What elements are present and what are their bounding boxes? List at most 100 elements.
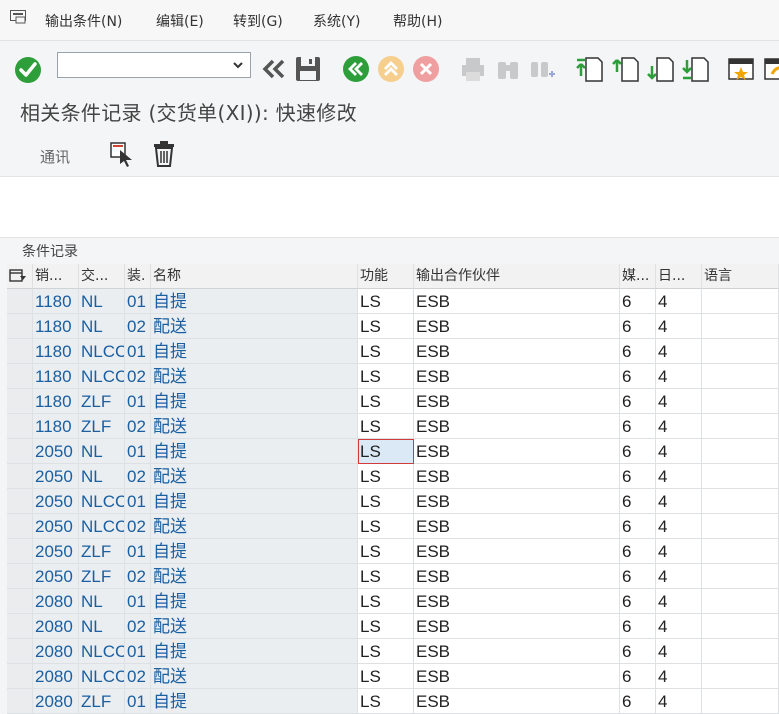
cell-name[interactable]: 配送	[151, 464, 358, 489]
cell-date[interactable]: 4	[656, 464, 702, 489]
back-icon[interactable]	[341, 54, 371, 84]
row-selector[interactable]	[7, 414, 33, 439]
menu-help[interactable]: 帮助(H)	[393, 11, 442, 31]
cell-language[interactable]	[702, 539, 779, 564]
cell-function[interactable]: LS	[358, 539, 414, 564]
column-header[interactable]: 功能	[358, 264, 414, 289]
cell-medium[interactable]: 6	[620, 439, 656, 464]
column-header[interactable]: 媒...	[620, 264, 656, 289]
row-selector[interactable]	[7, 289, 33, 314]
cell-language[interactable]	[702, 639, 779, 664]
cell-date[interactable]: 4	[656, 639, 702, 664]
cell-name[interactable]: 自提	[151, 339, 358, 364]
cell-delivery-type[interactable]: NL	[79, 464, 125, 489]
cell-language[interactable]	[702, 339, 779, 364]
cell-function[interactable]: LS	[358, 389, 414, 414]
cell-output-partner[interactable]: ESB	[414, 439, 620, 464]
cell-date[interactable]: 4	[656, 414, 702, 439]
exit-icon[interactable]	[376, 54, 406, 84]
row-selector[interactable]	[7, 489, 33, 514]
row-selector[interactable]	[7, 514, 33, 539]
cell-medium[interactable]: 6	[620, 364, 656, 389]
find-next-icon[interactable]	[527, 54, 557, 84]
chevron-down-icon[interactable]	[232, 59, 244, 71]
cell-function[interactable]: LS	[358, 339, 414, 364]
cell-shipping-point[interactable]: 02	[125, 614, 151, 639]
cell-name[interactable]: 自提	[151, 539, 358, 564]
table-row[interactable]: 2080 ZLF 01 自提 LS ESB 6 4	[7, 689, 779, 714]
cell-sales-org[interactable]: 1180	[33, 314, 79, 339]
cell-sales-org[interactable]: 1180	[33, 414, 79, 439]
cell-output-partner[interactable]: ESB	[414, 389, 620, 414]
system-menu-icon[interactable]	[10, 10, 26, 24]
cell-function[interactable]: LS	[358, 489, 414, 514]
cell-output-partner[interactable]: ESB	[414, 514, 620, 539]
table-row[interactable]: 2050 NLCC 01 自提 LS ESB 6 4	[7, 489, 779, 514]
cell-delivery-type[interactable]: NLCC	[79, 639, 125, 664]
cell-name[interactable]: 配送	[151, 414, 358, 439]
cell-date[interactable]: 4	[656, 339, 702, 364]
cell-delivery-type[interactable]: ZLF	[79, 564, 125, 589]
prev-page-icon[interactable]	[610, 54, 640, 84]
row-selector[interactable]	[7, 339, 33, 364]
table-row[interactable]: 2050 ZLF 01 自提 LS ESB 6 4	[7, 539, 779, 564]
cell-function[interactable]: LS	[358, 414, 414, 439]
cell-language[interactable]	[702, 314, 779, 339]
cell-sales-org[interactable]: 2050	[33, 464, 79, 489]
generate-shortcut-icon[interactable]	[762, 54, 779, 84]
cell-language[interactable]	[702, 439, 779, 464]
cell-output-partner[interactable]: ESB	[414, 489, 620, 514]
find-icon[interactable]	[493, 54, 523, 84]
cell-output-partner[interactable]: ESB	[414, 664, 620, 689]
cell-sales-org[interactable]: 2050	[33, 564, 79, 589]
cell-name[interactable]: 配送	[151, 664, 358, 689]
menu-edit[interactable]: 编辑(E)	[156, 11, 204, 31]
column-header[interactable]: 装.	[125, 264, 151, 289]
cell-date[interactable]: 4	[656, 364, 702, 389]
table-row[interactable]: 1180 NL 02 配送 LS ESB 6 4	[7, 314, 779, 339]
table-row[interactable]: 2080 NL 01 自提 LS ESB 6 4	[7, 589, 779, 614]
column-config-icon[interactable]	[7, 264, 33, 289]
save-icon[interactable]	[293, 54, 323, 84]
cell-delivery-type[interactable]: NL	[79, 289, 125, 314]
cell-name[interactable]: 配送	[151, 614, 358, 639]
cell-name[interactable]: 配送	[151, 364, 358, 389]
table-row[interactable]: 2050 NLCC 02 配送 LS ESB 6 4	[7, 514, 779, 539]
menu-system[interactable]: 系统(Y)	[313, 11, 360, 31]
cell-delivery-type[interactable]: NLCC	[79, 664, 125, 689]
table-row[interactable]: 2080 NLCC 02 配送 LS ESB 6 4	[7, 664, 779, 689]
cell-delivery-type[interactable]: NLCC	[79, 489, 125, 514]
cell-delivery-type[interactable]: ZLF	[79, 689, 125, 714]
cell-name[interactable]: 自提	[151, 689, 358, 714]
column-header[interactable]: 日...	[656, 264, 702, 289]
cell-function[interactable]: LS	[358, 664, 414, 689]
cell-language[interactable]	[702, 614, 779, 639]
cell-name[interactable]: 自提	[151, 489, 358, 514]
command-field[interactable]	[57, 52, 251, 78]
cell-language[interactable]	[702, 564, 779, 589]
cell-shipping-point[interactable]: 01	[125, 589, 151, 614]
cell-date[interactable]: 4	[656, 564, 702, 589]
cell-output-partner[interactable]: ESB	[414, 539, 620, 564]
cell-shipping-point[interactable]: 02	[125, 364, 151, 389]
cell-shipping-point[interactable]: 02	[125, 314, 151, 339]
cell-date[interactable]: 4	[656, 289, 702, 314]
cell-output-partner[interactable]: ESB	[414, 464, 620, 489]
cell-shipping-point[interactable]: 01	[125, 689, 151, 714]
cell-delivery-type[interactable]: NL	[79, 614, 125, 639]
cell-language[interactable]	[702, 389, 779, 414]
cell-sales-org[interactable]: 2050	[33, 539, 79, 564]
table-row[interactable]: 1180 ZLF 01 自提 LS ESB 6 4	[7, 389, 779, 414]
details-icon[interactable]	[108, 140, 136, 168]
cell-date[interactable]: 4	[656, 689, 702, 714]
enter-icon[interactable]	[14, 56, 42, 84]
column-header[interactable]: 销...	[33, 264, 79, 289]
cell-shipping-point[interactable]: 01	[125, 439, 151, 464]
cell-name[interactable]: 配送	[151, 314, 358, 339]
cell-delivery-type[interactable]: NLCC	[79, 364, 125, 389]
cell-name[interactable]: 自提	[151, 639, 358, 664]
cell-function[interactable]: LS	[358, 639, 414, 664]
cell-delivery-type[interactable]: NL	[79, 439, 125, 464]
cell-language[interactable]	[702, 464, 779, 489]
cell-date[interactable]: 4	[656, 539, 702, 564]
